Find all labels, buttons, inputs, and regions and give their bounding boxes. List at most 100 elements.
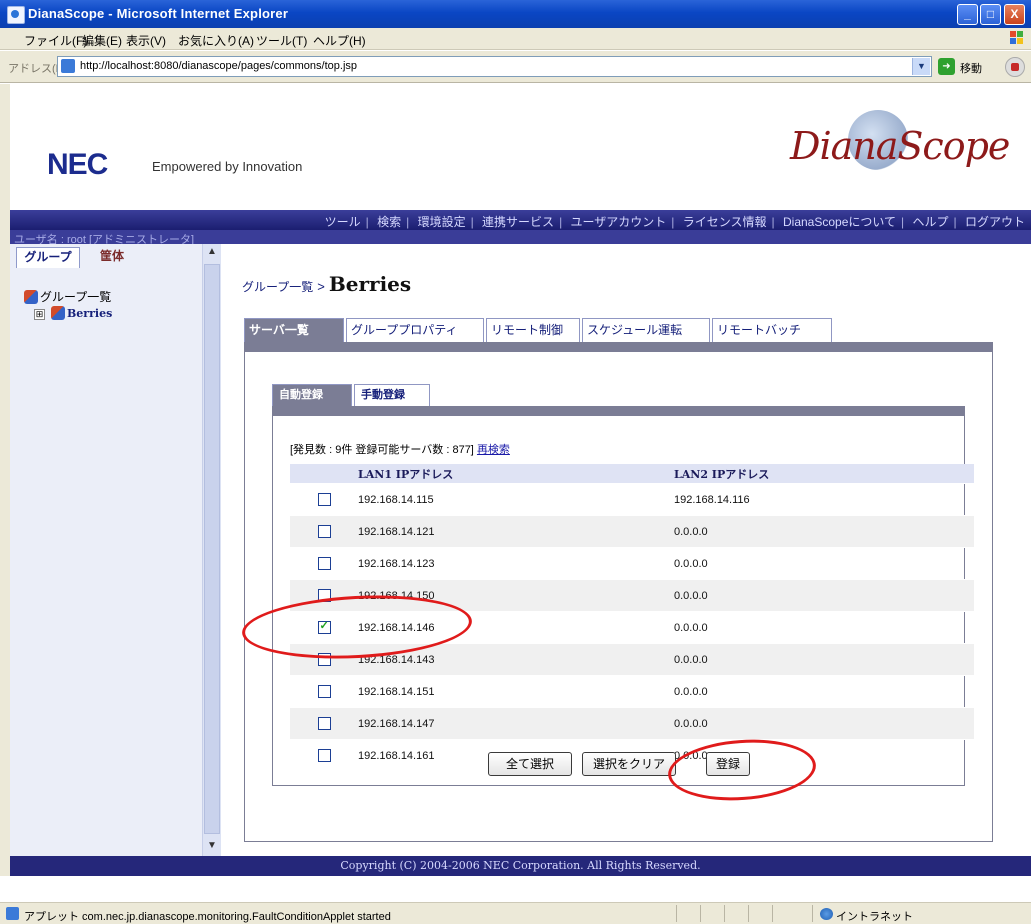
rescan-link[interactable]: 再検索 xyxy=(477,444,510,456)
menu-bar: ファイル(F) 編集(E) 表示(V) お気に入り(A) ツール(T) ヘルプ(… xyxy=(0,28,1031,50)
clear-selection-button[interactable]: 選択をクリア xyxy=(582,752,676,776)
toolbar-extension-icon[interactable] xyxy=(1005,57,1025,77)
lan1-ip: 192.168.14.151 xyxy=(358,675,674,708)
footer: Copyright (C) 2004-2006 NEC Corporation.… xyxy=(10,856,1031,876)
lan2-ip: 0.0.0.0 xyxy=(674,675,974,708)
scroll-thumb[interactable] xyxy=(204,264,220,834)
tab-manual-register[interactable]: 手動登録 xyxy=(354,384,430,406)
breadcrumb-separator: > xyxy=(317,279,325,294)
nav-help[interactable]: ヘルプ xyxy=(913,215,949,229)
menu-favorites[interactable]: お気に入り(A) xyxy=(178,32,254,49)
nav-user-account[interactable]: ユーザアカウント xyxy=(571,215,667,229)
nav-separator: | xyxy=(901,215,905,229)
menu-edit[interactable]: 編集(E) xyxy=(82,32,122,49)
nav-separator: | xyxy=(406,215,410,229)
tab-auto-register[interactable]: 自動登録 xyxy=(272,384,352,406)
nav-separator: | xyxy=(470,215,474,229)
nav-search[interactable]: 検索 xyxy=(377,215,401,229)
row-checkbox[interactable] xyxy=(317,493,331,506)
nav-about[interactable]: DianaScopeについて xyxy=(783,215,896,229)
tab-chassis[interactable]: 筐体 xyxy=(80,247,144,267)
page-icon xyxy=(61,59,75,73)
table-header: LAN1 IPアドレス LAN2 IPアドレス xyxy=(290,464,974,484)
go-button[interactable]: ➜ 移動 xyxy=(938,58,996,76)
menu-tools[interactable]: ツール(T) xyxy=(256,32,307,49)
left-panel: グループ 筐体 グループ一覧 ⊞ Berries ▲ ▼ xyxy=(10,244,221,856)
lan2-ip: 0.0.0.0 xyxy=(674,547,974,580)
lan2-ip: 0.0.0.0 xyxy=(674,515,974,548)
address-input[interactable]: http://localhost:8080/dianascope/pages/c… xyxy=(57,56,932,77)
row-checkbox[interactable] xyxy=(317,557,331,570)
tab-remote-batch[interactable]: リモートバッチ xyxy=(712,318,832,342)
window-titlebar[interactable]: DianaScope - Microsoft Internet Explorer… xyxy=(0,0,1031,28)
nav-separator: | xyxy=(771,215,775,229)
tree-item-berries[interactable]: ⊞ Berries xyxy=(34,306,112,324)
group-tree: グループ一覧 ⊞ Berries xyxy=(24,288,112,324)
lan2-ip: 0.0.0.0 xyxy=(674,611,974,644)
page-blank-area xyxy=(0,876,1031,902)
nav-logout[interactable]: ログアウト xyxy=(965,215,1025,229)
lan1-ip: 192.168.14.123 xyxy=(358,547,674,580)
status-text: アプレット com.nec.jp.dianascope.monitoring.F… xyxy=(24,911,391,923)
row-checkbox[interactable] xyxy=(317,525,331,538)
row-checkbox[interactable] xyxy=(317,749,331,762)
maximize-button[interactable]: □ xyxy=(980,4,1001,25)
tab-remote-control[interactable]: リモート制御 xyxy=(486,318,580,342)
nav-license[interactable]: ライセンス情報 xyxy=(683,215,767,229)
nav-separator: | xyxy=(559,215,563,229)
user-info-bar: ユーザ名 : root [アドミニストレータ] xyxy=(10,230,1031,246)
col-lan1: LAN1 IPアドレス xyxy=(358,464,674,484)
menu-help[interactable]: ヘルプ(H) xyxy=(313,32,366,49)
row-checkbox[interactable] xyxy=(317,717,331,730)
lan1-ip: 192.168.14.121 xyxy=(358,515,674,548)
breadcrumb: グループ一覧 > Berries xyxy=(242,272,411,296)
zone-label: イントラネット xyxy=(836,911,913,923)
group-icon xyxy=(51,306,65,320)
left-scrollbar[interactable]: ▲ ▼ xyxy=(202,244,221,856)
tab-group-property[interactable]: グループプロパティ xyxy=(346,318,484,342)
nav-linkage[interactable]: 連携サービス xyxy=(482,215,554,229)
tree-root[interactable]: グループ一覧 xyxy=(24,288,112,306)
nav-separator: | xyxy=(953,215,957,229)
applet-icon xyxy=(6,907,19,920)
minimize-button[interactable]: _ xyxy=(957,4,978,25)
row-checkbox-cell xyxy=(290,515,358,548)
menu-view[interactable]: 表示(V) xyxy=(126,32,166,49)
row-checkbox[interactable] xyxy=(317,685,331,698)
page-title: Berries xyxy=(328,272,412,296)
expand-icon[interactable]: ⊞ xyxy=(34,309,45,320)
top-nav: ツール | 検索 | 環境設定 | 連携サービス | ユーザアカウント | ライセンス情報… xyxy=(10,210,1031,230)
tree-item-label: Berries xyxy=(67,307,113,320)
window-left-border xyxy=(0,84,10,902)
left-tabs: グループ 筐体 xyxy=(10,244,200,268)
go-arrow-icon: ➜ xyxy=(938,58,955,75)
discovery-summary: [発見数 : 9件 登録可能サーバ数 : 877] 再検索 xyxy=(290,441,510,457)
tree-root-label: グループ一覧 xyxy=(40,290,112,304)
close-button[interactable]: X xyxy=(1004,4,1025,25)
tab-schedule[interactable]: スケジュール運転 xyxy=(582,318,710,342)
window-title: DianaScope - Microsoft Internet Explorer xyxy=(28,6,289,21)
breadcrumb-parent[interactable]: グループ一覧 xyxy=(242,280,313,294)
lan2-ip: 0.0.0.0 xyxy=(674,707,974,740)
chevron-down-icon[interactable]: ▼ xyxy=(912,58,930,75)
discovery-count: [発見数 : 9件 登録可能サーバ数 : 877] xyxy=(290,444,474,456)
scroll-up-icon[interactable]: ▲ xyxy=(205,246,219,260)
nav-tools[interactable]: ツール xyxy=(325,215,361,229)
tab-server-list[interactable]: サーバ一覧 xyxy=(244,318,344,342)
status-bar: アプレット com.nec.jp.dianascope.monitoring.F… xyxy=(0,902,1031,924)
intranet-icon xyxy=(820,908,833,920)
select-all-button[interactable]: 全て選択 xyxy=(488,752,572,776)
ie-icon xyxy=(7,6,25,24)
nav-items: ツール | 検索 | 環境設定 | 連携サービス | ユーザアカウント | ライセンス情報… xyxy=(325,213,1025,230)
scroll-down-icon[interactable]: ▼ xyxy=(205,840,219,854)
tab-group[interactable]: グループ xyxy=(16,247,80,268)
dianascope-logo: DianaScope xyxy=(790,124,1010,168)
row-checkbox-cell xyxy=(290,739,358,771)
windows-logo-icon xyxy=(1010,31,1023,44)
table-row: 192.168.14.147 0.0.0.0 xyxy=(290,707,974,740)
address-bar: アドレス(D) http://localhost:8080/dianascope… xyxy=(0,51,1031,83)
close-icon: X xyxy=(1010,7,1019,21)
nav-settings[interactable]: 環境設定 xyxy=(418,215,466,229)
menu-file[interactable]: ファイル(F) xyxy=(24,32,87,49)
col-check xyxy=(290,464,358,484)
